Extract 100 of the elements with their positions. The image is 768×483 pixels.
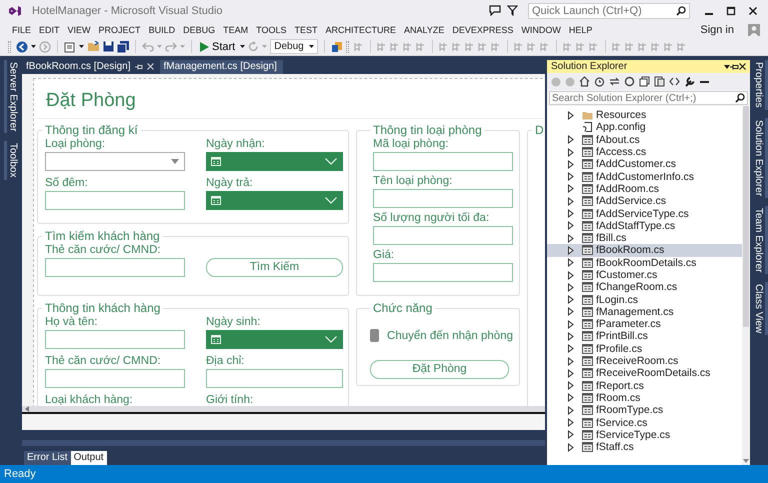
sign-in-link[interactable]: Sign in: [700, 24, 734, 36]
tree-item[interactable]: fReceiveRoomDetails.cs: [547, 367, 742, 380]
save-all-icon[interactable]: [117, 40, 129, 52]
code-icon[interactable]: [669, 77, 680, 86]
menu-item[interactable]: DEBUG: [179, 24, 220, 34]
tree-item[interactable]: fAbout.cs: [547, 134, 742, 146]
text-field[interactable]: [45, 368, 185, 388]
side-tab[interactable]: Solution Explorer: [752, 118, 768, 198]
scroll-left-icon: [25, 406, 29, 412]
tree-item[interactable]: fBookRoomDetails.cs: [547, 256, 742, 269]
menu-item[interactable]: TEST: [290, 24, 322, 34]
dropdown-caret-icon[interactable]: [240, 44, 246, 48]
close-icon[interactable]: [739, 63, 746, 70]
tree-item[interactable]: fAddRoom.cs: [547, 182, 742, 196]
close-icon[interactable]: [748, 6, 758, 16]
tree-item[interactable]: fReceiveRoom.cs: [547, 354, 742, 368]
tree-item[interactable]: fLogin.cs: [547, 293, 742, 306]
date-picker[interactable]: [206, 330, 343, 349]
checkbox[interactable]: [370, 329, 380, 342]
date-picker[interactable]: [206, 190, 343, 210]
tree-item[interactable]: fChangeRoom.cs: [547, 281, 742, 294]
tree-item[interactable]: fServiceType.cs: [547, 428, 742, 442]
text-field[interactable]: [206, 368, 343, 388]
tree-item[interactable]: fBookRoom.cs: [547, 244, 742, 257]
tree-item[interactable]: fCustomer.cs: [547, 268, 742, 282]
tree-item[interactable]: fPrintBill.cs: [547, 330, 742, 343]
home-icon[interactable]: [579, 76, 590, 87]
menu-item[interactable]: EDIT: [35, 24, 64, 34]
maximize-icon[interactable]: [726, 6, 736, 16]
menu-item[interactable]: PROJECT: [94, 24, 145, 34]
menu-item[interactable]: TOOLS: [252, 24, 290, 34]
field-label: Loại khách hàng:: [45, 392, 134, 406]
tree-item[interactable]: fStaff.cs: [547, 441, 742, 454]
side-tab[interactable]: Toolbox: [4, 141, 18, 180]
wrench-icon[interactable]: [684, 76, 695, 87]
tree-item[interactable]: fAddCustomerInfo.cs: [547, 170, 742, 183]
collapse-all-icon[interactable]: [639, 76, 650, 87]
dropdown-caret-icon[interactable]: [79, 44, 84, 48]
expand-arrow-icon[interactable]: [566, 110, 575, 120]
text-field[interactable]: [373, 262, 513, 282]
tree-item[interactable]: fProfile.cs: [547, 342, 742, 355]
form-button[interactable]: Tìm Kiếm: [206, 258, 343, 277]
text-field[interactable]: [45, 190, 185, 210]
tree-item[interactable]: fAddStaffType.cs: [547, 220, 742, 232]
menu-item[interactable]: FILE: [8, 24, 36, 34]
side-tab[interactable]: Team Explorer: [752, 206, 768, 274]
side-tab[interactable]: Server Explorer: [4, 60, 18, 134]
search-icon: [735, 93, 745, 103]
text-field[interactable]: [45, 330, 185, 349]
panel-tab[interactable]: Error List: [24, 451, 71, 465]
vertical-scrollbar[interactable]: [742, 109, 750, 465]
tree-item[interactable]: fService.cs: [547, 416, 742, 429]
open-folder-icon[interactable]: [87, 41, 100, 52]
tree-item[interactable]: fReport.cs: [547, 380, 742, 392]
tree-item[interactable]: fAddService.cs: [547, 195, 742, 208]
menu-item[interactable]: BUILD: [144, 24, 180, 34]
start-button[interactable]: Start: [198, 40, 238, 52]
find-in-files-icon[interactable]: [331, 40, 344, 52]
menu-item[interactable]: HELP: [564, 24, 596, 34]
save-icon[interactable]: [103, 41, 114, 52]
feedback-icon[interactable]: [507, 5, 518, 16]
side-tab[interactable]: Properties: [752, 60, 768, 110]
text-field[interactable]: [373, 188, 513, 208]
tree-item[interactable]: Resources: [547, 109, 742, 122]
menu-item[interactable]: VIEW: [64, 24, 95, 34]
tree-item[interactable]: fRoomType.cs: [547, 404, 742, 416]
side-tab[interactable]: Class View: [752, 282, 768, 336]
menu-item[interactable]: DEVEXPRESS: [448, 24, 518, 34]
menu-item[interactable]: TEAM: [219, 24, 252, 34]
new-project-icon[interactable]: [64, 40, 76, 52]
form-button[interactable]: Đặt Phòng: [370, 360, 509, 379]
menu-item[interactable]: WINDOW: [517, 24, 565, 34]
search-field[interactable]: Search Solution Explorer (Ctrl+;): [549, 91, 748, 105]
dropdown-caret-icon[interactable]: [31, 44, 36, 48]
configuration-dropdown[interactable]: Debug: [270, 39, 318, 54]
panel-tab[interactable]: Output: [70, 451, 107, 465]
menu-item[interactable]: ANALYZE: [400, 24, 448, 34]
quick-launch-field[interactable]: Quick Launch (Ctrl+Q): [528, 2, 690, 18]
restart-icon[interactable]: [248, 41, 260, 52]
menu-item[interactable]: ARCHITECTURE: [321, 24, 400, 34]
pin-icon[interactable]: [730, 62, 739, 70]
text-field[interactable]: [373, 152, 513, 171]
tree-item[interactable]: fManagement.cs: [547, 306, 742, 318]
text-field[interactable]: [373, 226, 513, 245]
tree-item[interactable]: fParameter.cs: [547, 318, 742, 330]
text-field[interactable]: [45, 258, 185, 277]
tree-item[interactable]: fRoom.cs: [547, 392, 742, 404]
form-file-icon: [582, 258, 593, 268]
tree-item[interactable]: App.config: [547, 121, 742, 134]
document-tab[interactable]: fManagement.cs [Design]: [160, 60, 283, 74]
sync-icon[interactable]: [609, 76, 620, 87]
history-icon[interactable]: [594, 76, 605, 87]
tree-item[interactable]: fBill.cs: [547, 232, 742, 244]
show-all-files-icon[interactable]: [654, 76, 665, 87]
notification-icon[interactable]: [489, 5, 501, 16]
date-picker[interactable]: [206, 152, 343, 171]
tree-item[interactable]: fAddServiceType.cs: [547, 207, 742, 220]
tree-item[interactable]: fAddCustomer.cs: [547, 158, 742, 170]
dropdown-caret-icon[interactable]: [724, 64, 730, 68]
tree-item[interactable]: fAccess.cs: [547, 146, 742, 158]
